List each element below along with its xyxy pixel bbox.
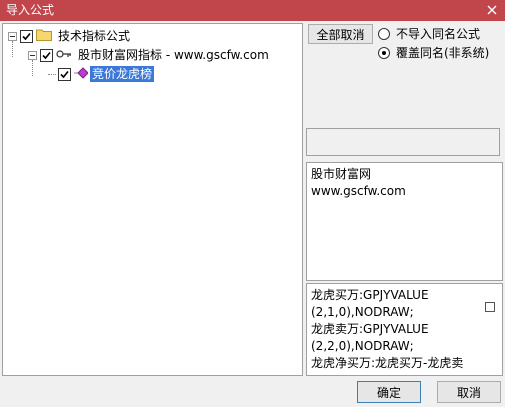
- code-line: 龙虎卖万:GPJYVALUE: [311, 322, 429, 336]
- title-bar: 导入公式: [0, 0, 505, 21]
- description-line: 股市财富网: [311, 167, 372, 181]
- code-line: (2,2,0),NODRAW;: [311, 339, 414, 353]
- collapse-toggle-icon[interactable]: [28, 50, 37, 60]
- window-title: 导入公式: [6, 3, 55, 17]
- formula-tree[interactable]: 技术指标公式 股市财富网指标 - www.gscfw.com 竞价龙虎榜: [2, 23, 303, 376]
- radio-skip-icon[interactable]: [378, 27, 390, 40]
- preview-checkbox[interactable]: [485, 302, 495, 312]
- radio-skip-label: 不导入同名公式: [396, 27, 481, 41]
- formula-icon: [74, 66, 89, 82]
- formula-description: 股市财富网 www.gscfw.com: [306, 162, 503, 281]
- group-checkbox[interactable]: [40, 48, 53, 62]
- cancel-button[interactable]: 取消: [437, 381, 501, 403]
- ok-button[interactable]: 确定: [357, 381, 421, 403]
- code-line: 龙虎净买万:龙虎买万-龙虎卖: [311, 356, 464, 370]
- tree-label-root: 技术指标公式: [58, 29, 131, 43]
- folder-icon: [36, 28, 52, 44]
- collapse-toggle-icon[interactable]: [8, 31, 17, 41]
- tree-label-item: 竞价龙虎榜: [90, 66, 155, 82]
- description-line: www.gscfw.com: [311, 184, 406, 198]
- code-line: 龙虎买万:GPJYVALUE: [311, 288, 429, 302]
- tree-connector: [48, 73, 56, 75]
- radio-overwrite-duplicates[interactable]: 覆盖同名(非系统): [378, 44, 489, 61]
- cancel-all-button[interactable]: 全部取消: [308, 24, 373, 44]
- tree-node-root[interactable]: 技术指标公式: [8, 27, 132, 45]
- code-line: (2,1,0),NODRAW;: [311, 305, 414, 319]
- empty-status-box: [306, 128, 500, 156]
- tree-node-group[interactable]: 股市财富网指标 - www.gscfw.com: [28, 46, 271, 64]
- close-icon[interactable]: [483, 1, 501, 19]
- item-checkbox[interactable]: [58, 67, 71, 81]
- radio-overwrite-icon[interactable]: [378, 46, 390, 59]
- formula-code-preview[interactable]: 龙虎买万:GPJYVALUE (2,1,0),NODRAW; 龙虎卖万:GPJY…: [306, 283, 503, 376]
- radio-skip-duplicates[interactable]: 不导入同名公式: [378, 25, 480, 42]
- tree-node-item[interactable]: 竞价龙虎榜: [48, 65, 155, 83]
- root-checkbox[interactable]: [20, 29, 33, 43]
- tree-label-group: 股市财富网指标 - www.gscfw.com: [78, 48, 269, 62]
- key-icon: [56, 48, 72, 62]
- radio-overwrite-label: 覆盖同名(非系统): [396, 46, 490, 60]
